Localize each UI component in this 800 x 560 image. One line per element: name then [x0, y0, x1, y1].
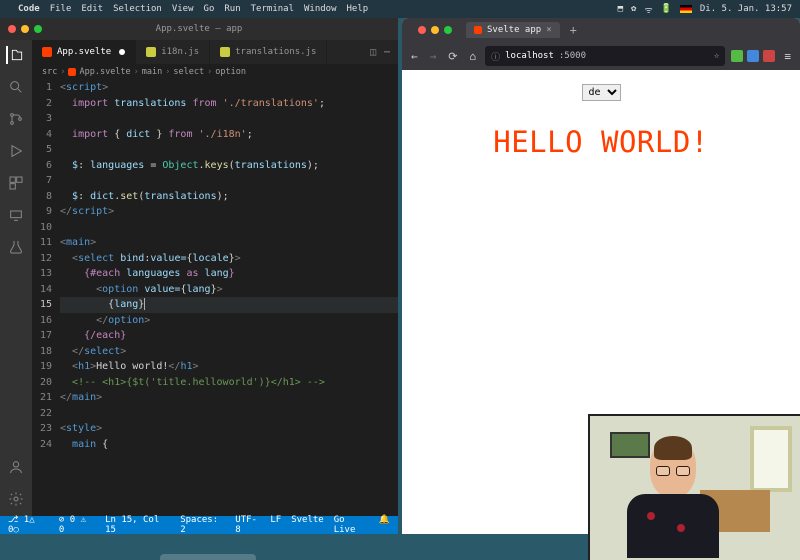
lock-icon: ⓘ [491, 50, 500, 63]
close-icon[interactable] [418, 26, 426, 34]
menubar-item[interactable]: Terminal [251, 4, 294, 14]
forward-icon[interactable]: → [427, 50, 440, 63]
breadcrumb-item[interactable]: select [173, 67, 204, 77]
breadcrumb-item[interactable]: main [142, 67, 162, 77]
back-icon[interactable]: ← [408, 50, 421, 63]
menubar-item[interactable]: File [50, 4, 72, 14]
extension-icon[interactable] [731, 50, 743, 62]
url-host: localhost [505, 51, 554, 61]
tab-i18n[interactable]: i18n.js [136, 40, 210, 64]
tab-translations[interactable]: translations.js [210, 40, 327, 64]
menubar-item[interactable]: View [172, 4, 194, 14]
window [750, 426, 792, 492]
status-golive[interactable]: Go Live [334, 515, 369, 535]
svelte-icon [42, 47, 52, 57]
menubar-item[interactable]: Go [204, 4, 215, 14]
menubar-item[interactable]: Run [224, 4, 240, 14]
reload-icon[interactable]: ⟳ [445, 50, 460, 63]
tray-icon[interactable]: ᯤ [644, 3, 652, 16]
tab-label: i18n.js [161, 47, 199, 57]
language-select[interactable]: de [582, 84, 621, 101]
url-port: :5000 [559, 51, 586, 61]
vscode-window: App.svelte — app Ap [0, 18, 398, 534]
more-icon[interactable]: ⋯ [384, 47, 390, 58]
gear-icon[interactable] [7, 490, 25, 508]
tab-label: App.svelte [57, 47, 111, 57]
status-language[interactable]: Svelte [291, 515, 324, 535]
home-icon[interactable]: ⌂ [466, 50, 479, 63]
status-encoding[interactable]: UTF-8 [235, 515, 260, 535]
activity-bar [0, 40, 32, 516]
debug-icon[interactable] [7, 142, 25, 160]
search-icon[interactable] [7, 78, 25, 96]
remote-icon[interactable] [7, 206, 25, 224]
breadcrumb[interactable]: src› App.svelte› main› select› option [32, 64, 398, 80]
mac-menubar: Code File Edit Selection View Go Run Ter… [0, 0, 800, 18]
status-spaces[interactable]: Spaces: 2 [180, 515, 225, 535]
explorer-icon[interactable] [6, 46, 24, 64]
status-bell-icon[interactable]: 🔔 [379, 515, 390, 535]
page-heading: HELLO WORLD! [493, 125, 709, 159]
tray-clock[interactable]: Di. 5. Jan. 13:57 [700, 4, 792, 14]
maximize-icon[interactable] [444, 26, 452, 34]
dirty-indicator-icon [119, 49, 125, 55]
browser-tab[interactable]: Svelte app × [466, 22, 560, 38]
tray-icon[interactable]: ⬒ [618, 4, 623, 14]
menubar-item[interactable]: Selection [113, 4, 162, 14]
test-icon[interactable] [7, 238, 25, 256]
tray-icon[interactable]: ✿ [631, 4, 636, 14]
breadcrumb-item[interactable]: src [42, 67, 57, 77]
vscode-titlebar: App.svelte — app [0, 18, 398, 40]
source-control-icon[interactable] [7, 110, 25, 128]
breadcrumb-item[interactable]: App.svelte [79, 67, 130, 77]
code-content[interactable]: <script> import translations from './tra… [60, 80, 398, 516]
status-branch[interactable]: ⎇ 1△ 0○ [8, 515, 49, 535]
account-icon[interactable] [7, 458, 25, 476]
close-icon[interactable] [8, 25, 16, 33]
window-title: App.svelte — app [156, 24, 243, 34]
js-icon [220, 47, 230, 57]
menubar-item[interactable]: Edit [81, 4, 103, 14]
tab-app-svelte[interactable]: App.svelte [32, 40, 136, 64]
extension-icon[interactable] [763, 50, 775, 62]
menubar-item[interactable]: Window [304, 4, 337, 14]
svelte-icon [68, 68, 76, 76]
dock-hint [160, 554, 256, 560]
new-tab-icon[interactable]: + [570, 23, 577, 37]
minimize-icon[interactable] [21, 25, 29, 33]
bookmark-icon[interactable]: ☆ [714, 51, 719, 61]
extensions-icon[interactable] [7, 174, 25, 192]
minimize-icon[interactable] [431, 26, 439, 34]
line-gutter: 123456789101112131415161718192021222324 [32, 80, 60, 516]
status-eol[interactable]: LF [270, 515, 281, 535]
status-cursor[interactable]: Ln 15, Col 15 [105, 515, 170, 535]
menubar-item[interactable]: Help [347, 4, 369, 14]
extension-icon[interactable] [747, 50, 759, 62]
js-icon [146, 47, 156, 57]
status-problems[interactable]: ⊘ 0 ⚠ 0 [59, 515, 95, 535]
breadcrumb-item[interactable]: option [215, 67, 246, 77]
tab-label: translations.js [235, 47, 316, 57]
status-bar: ⎇ 1△ 0○ ⊘ 0 ⚠ 0 Ln 15, Col 15 Spaces: 2 … [0, 516, 398, 534]
maximize-icon[interactable] [34, 25, 42, 33]
tray-flag-icon[interactable] [680, 5, 692, 13]
editor-tabs: App.svelte i18n.js translations.js ◫ ⋯ [32, 40, 398, 64]
presenter [618, 440, 728, 560]
tray-battery-icon[interactable]: 🔋 [661, 4, 672, 14]
webcam-overlay [588, 414, 800, 560]
code-editor[interactable]: 123456789101112131415161718192021222324 … [32, 80, 398, 516]
menubar-app[interactable]: Code [18, 4, 40, 14]
favicon-icon [474, 26, 482, 34]
menu-icon[interactable]: ≡ [781, 50, 794, 63]
close-tab-icon[interactable]: × [546, 25, 551, 35]
tab-title: Svelte app [487, 25, 541, 35]
split-editor-icon[interactable]: ◫ [370, 47, 376, 58]
url-bar[interactable]: ⓘ localhost :5000 ☆ [485, 46, 725, 66]
